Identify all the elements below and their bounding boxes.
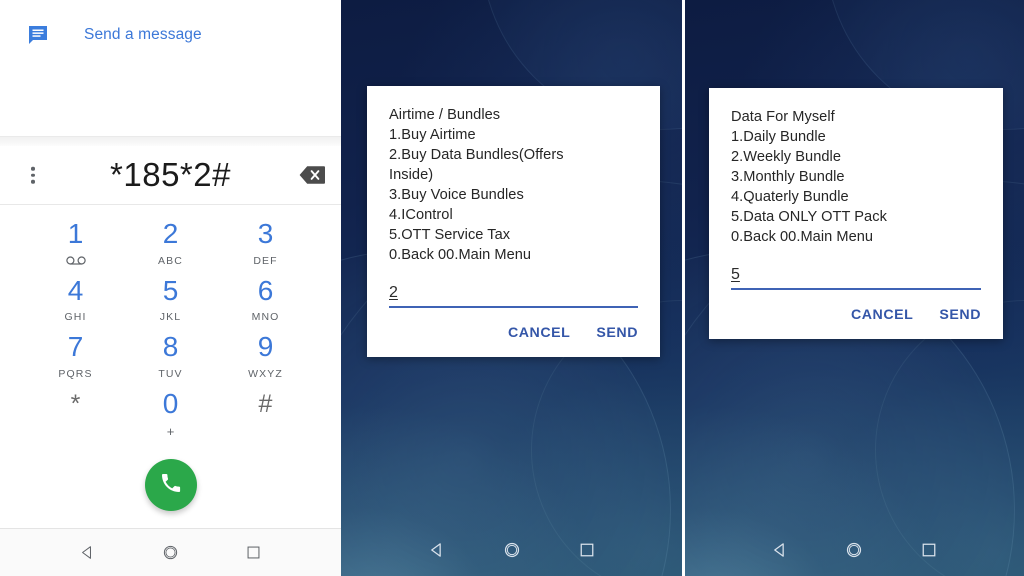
- ussd-dialog: Airtime / Bundles 1.Buy Airtime 2.Buy Da…: [367, 86, 660, 357]
- dialpad-key-1-digit: 1: [67, 217, 84, 249]
- dialpad-key-8[interactable]: 8 TUV: [123, 329, 218, 386]
- dialpad-key-5-digit: 5: [162, 274, 179, 306]
- dialpad: 1 2 ABC 3 DEF 4 GHI 5 JKL 6 MNO 7 PQRS 8…: [0, 205, 341, 442]
- home-circle-icon[interactable]: [162, 544, 179, 561]
- cancel-button[interactable]: CANCEL: [851, 307, 913, 323]
- dialpad-key-star[interactable]: *: [28, 385, 123, 442]
- dialpad-key-9-letters: WXYZ: [248, 368, 283, 381]
- dialpad-key-7-letters: PQRS: [58, 368, 93, 381]
- dialpad-key-0-plus: +: [166, 423, 175, 439]
- ussd-screen-data-for-myself: Data For Myself 1.Daily Bundle 2.Weekly …: [682, 0, 1024, 576]
- dialpad-key-9[interactable]: 9 WXYZ: [218, 329, 313, 386]
- dialpad-key-3[interactable]: 3 DEF: [218, 215, 313, 272]
- ussd-reply-value: 2: [389, 283, 398, 301]
- ussd-reply-input[interactable]: 5: [731, 266, 981, 290]
- recents-square-icon[interactable]: [245, 544, 262, 561]
- dialpad-key-9-digit: 9: [257, 331, 274, 363]
- dialed-number-row: *185*2#: [0, 146, 341, 205]
- dialed-number-display[interactable]: *185*2#: [0, 156, 341, 194]
- dialpad-key-5-letters: JKL: [159, 311, 182, 324]
- ussd-screen-airtime-bundles: Airtime / Bundles 1.Buy Airtime 2.Buy Da…: [341, 0, 682, 576]
- screenshot-stage: Send a message *185*2# 1 2 ABC 3 DEF 4 G…: [0, 0, 1024, 576]
- recents-square-icon[interactable]: [578, 541, 596, 559]
- send-message-suggestion[interactable]: Send a message: [0, 0, 341, 70]
- dialpad-key-6-letters: MNO: [251, 311, 280, 324]
- dialpad-key-2[interactable]: 2 ABC: [123, 215, 218, 272]
- dialpad-key-3-letters: DEF: [253, 254, 278, 267]
- dialpad-key-6[interactable]: 6 MNO: [218, 272, 313, 329]
- dialer-divider: [0, 136, 341, 146]
- dialpad-key-7[interactable]: 7 PQRS: [28, 329, 123, 386]
- home-circle-icon[interactable]: [845, 541, 863, 559]
- call-button[interactable]: [144, 459, 197, 511]
- back-triangle-icon[interactable]: [79, 544, 96, 561]
- voicemail-icon: [65, 255, 86, 267]
- ussd-reply-value: 5: [731, 265, 740, 283]
- dialer-navigation-bar: [0, 528, 341, 576]
- dialpad-key-8-letters: TUV: [158, 368, 183, 381]
- dialpad-key-4-digit: 4: [67, 274, 84, 306]
- call-button-row: [0, 442, 341, 528]
- dialpad-key-0[interactable]: 0 +: [123, 385, 218, 442]
- dialer-screen: Send a message *185*2# 1 2 ABC 3 DEF 4 G…: [0, 0, 341, 576]
- dialpad-key-1[interactable]: 1: [28, 215, 123, 272]
- more-vert-icon[interactable]: [23, 161, 43, 190]
- recents-square-icon[interactable]: [920, 541, 938, 559]
- send-button[interactable]: SEND: [596, 325, 638, 341]
- ussd-dialog-actions: CANCEL SEND: [389, 325, 638, 347]
- ussd-navigation-bar: [341, 524, 682, 576]
- ussd-dialog-actions: CANCEL SEND: [731, 307, 981, 329]
- dialpad-key-2-digit: 2: [162, 217, 179, 249]
- dialpad-key-0-digit: 0: [162, 388, 179, 420]
- dialer-blank-area: [0, 70, 341, 136]
- dialpad-key-star-digit: *: [70, 389, 81, 418]
- phone-icon: [159, 471, 183, 500]
- send-message-label: Send a message: [84, 26, 202, 43]
- dialpad-key-hash[interactable]: #: [218, 385, 313, 442]
- dialpad-key-3-digit: 3: [257, 217, 274, 249]
- back-triangle-icon[interactable]: [428, 541, 446, 559]
- back-triangle-icon[interactable]: [771, 541, 789, 559]
- dialpad-key-8-digit: 8: [162, 331, 179, 363]
- home-circle-icon[interactable]: [503, 541, 521, 559]
- send-button[interactable]: SEND: [939, 307, 981, 323]
- backspace-icon[interactable]: [299, 166, 325, 185]
- dialpad-key-hash-digit: #: [258, 389, 273, 418]
- ussd-dialog: Data For Myself 1.Daily Bundle 2.Weekly …: [709, 88, 1003, 339]
- cancel-button[interactable]: CANCEL: [508, 325, 570, 341]
- ussd-reply-input[interactable]: 2: [389, 284, 638, 308]
- dialpad-key-6-digit: 6: [257, 274, 274, 306]
- ussd-message-text: Airtime / Bundles 1.Buy Airtime 2.Buy Da…: [389, 107, 564, 263]
- ussd-message-text: Data For Myself 1.Daily Bundle 2.Weekly …: [731, 109, 887, 245]
- dialpad-key-4-letters: GHI: [64, 311, 87, 324]
- dialpad-key-4[interactable]: 4 GHI: [28, 272, 123, 329]
- dialpad-key-7-digit: 7: [67, 331, 84, 363]
- message-icon: [26, 23, 50, 47]
- dialpad-key-5[interactable]: 5 JKL: [123, 272, 218, 329]
- ussd-navigation-bar: [685, 524, 1024, 576]
- dialpad-key-2-letters: ABC: [158, 254, 183, 267]
